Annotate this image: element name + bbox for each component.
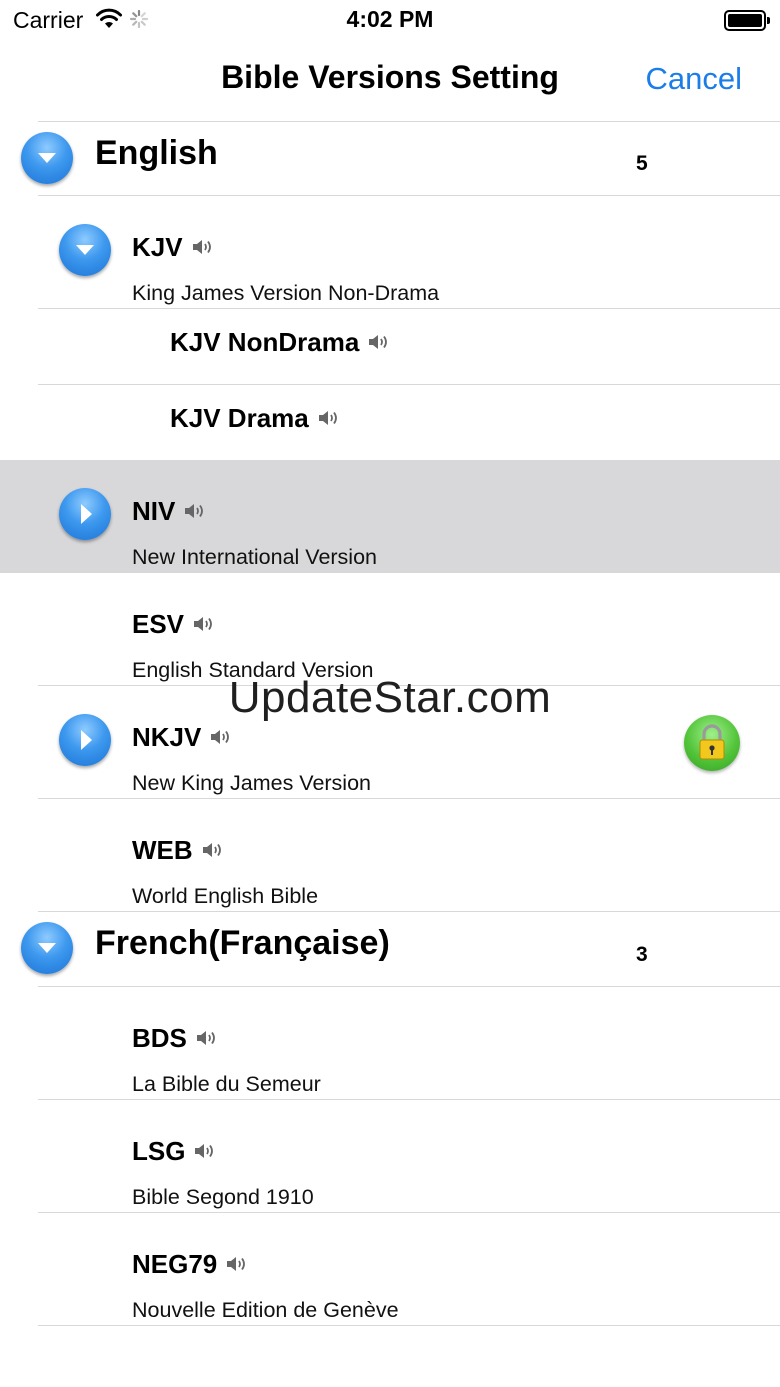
- status-time: 4:02 PM: [346, 6, 434, 32]
- speaker-icon: [201, 835, 225, 866]
- version-code: WEB: [132, 835, 225, 866]
- speaker-icon: [225, 1249, 249, 1280]
- status-bar: Carrier 4:02 PM: [0, 0, 780, 40]
- version-code: NKJV: [132, 722, 233, 753]
- expand-chevron-icon[interactable]: [59, 488, 111, 540]
- version-code: KJV: [132, 232, 215, 263]
- speaker-icon: [195, 1023, 219, 1054]
- version-description: World English Bible: [132, 884, 319, 908]
- version-row-niv[interactable]: NIV New International Version: [0, 460, 780, 573]
- version-row-bds[interactable]: BDS La Bible du Semeur: [0, 987, 780, 1099]
- version-code: LSG: [132, 1136, 217, 1167]
- sub-version-row-kjv-drama[interactable]: KJV Drama: [0, 385, 780, 460]
- cancel-button[interactable]: Cancel: [646, 61, 743, 97]
- version-description: Nouvelle Edition de Genève: [132, 1298, 399, 1322]
- group-header-english[interactable]: English 5: [0, 122, 780, 195]
- speaker-icon: [193, 1136, 217, 1167]
- collapse-chevron-icon[interactable]: [59, 224, 111, 276]
- group-name: French(Française): [95, 924, 390, 962]
- speaker-icon: [192, 609, 216, 640]
- battery-icon: [724, 10, 770, 31]
- speaker-icon: [367, 327, 391, 358]
- group-count: 3: [636, 943, 648, 966]
- divider: [38, 1325, 780, 1326]
- version-code: KJV NonDrama: [170, 327, 391, 358]
- group-header-french[interactable]: French(Française) 3: [0, 912, 780, 986]
- version-code: KJV Drama: [170, 403, 341, 434]
- version-row-neg79[interactable]: NEG79 Nouvelle Edition de Genève: [0, 1213, 780, 1325]
- speaker-icon: [191, 232, 215, 263]
- version-description: Bible Segond 1910: [132, 1185, 314, 1209]
- version-row-web[interactable]: WEB World English Bible: [0, 799, 780, 911]
- version-row-esv[interactable]: ESV English Standard Version: [0, 573, 780, 685]
- sub-version-row-kjv-nondrama[interactable]: KJV NonDrama: [0, 309, 780, 384]
- version-description: King James Version Non-Drama: [132, 281, 440, 305]
- group-count: 5: [636, 152, 648, 175]
- group-name: English: [95, 134, 218, 172]
- version-description: New King James Version: [132, 771, 371, 795]
- version-code: BDS: [132, 1023, 219, 1054]
- collapse-chevron-icon[interactable]: [21, 922, 73, 974]
- lock-icon[interactable]: [684, 715, 740, 771]
- speaker-icon: [317, 403, 341, 434]
- version-description: New International Version: [132, 545, 378, 569]
- collapse-chevron-icon[interactable]: [21, 132, 73, 184]
- version-code: NEG79: [132, 1249, 249, 1280]
- version-code: NIV: [132, 496, 207, 527]
- version-code: ESV: [132, 609, 216, 640]
- speaker-icon: [183, 496, 207, 527]
- version-description: La Bible du Semeur: [132, 1072, 321, 1096]
- speaker-icon: [209, 722, 233, 753]
- version-row-lsg[interactable]: LSG Bible Segond 1910: [0, 1100, 780, 1212]
- watermark: UpdateStar.com: [228, 673, 552, 722]
- version-row-kjv[interactable]: KJV King James Version Non-Drama: [0, 196, 780, 308]
